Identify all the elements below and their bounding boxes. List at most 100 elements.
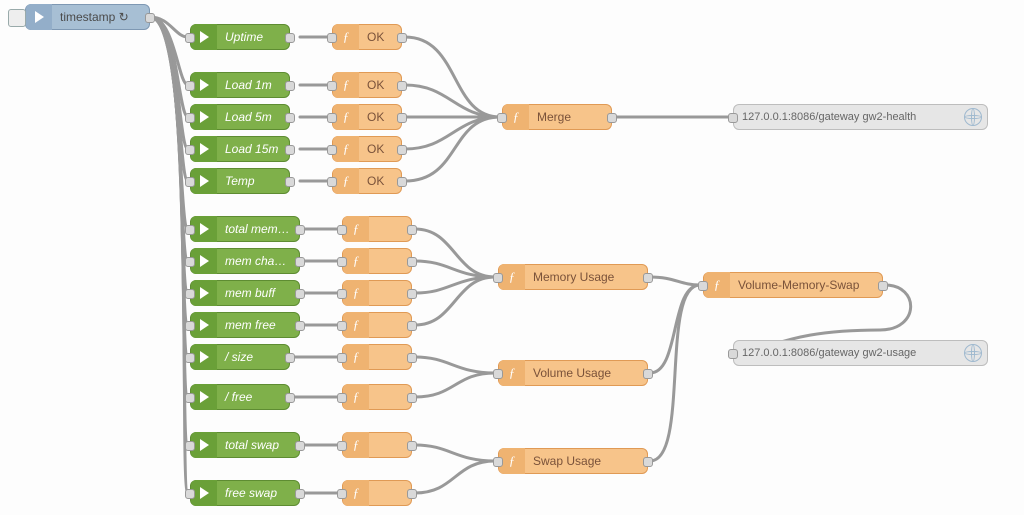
port-in[interactable] (493, 273, 503, 283)
node-http-gw2-health[interactable]: 127.0.0.1:8086/gateway gw2-health (733, 104, 988, 130)
port-in[interactable] (337, 225, 347, 235)
port-out[interactable] (285, 81, 295, 91)
port-out[interactable] (607, 113, 617, 123)
port-in[interactable] (337, 257, 347, 267)
port-out[interactable] (295, 321, 305, 331)
node-func-blank-7[interactable]: ƒ (342, 480, 412, 506)
port-out[interactable] (407, 353, 417, 363)
port-in[interactable] (327, 177, 337, 187)
node-exec-free-swap[interactable]: free swap (190, 480, 300, 506)
node-func-swap-usage[interactable]: ƒSwap Usage (498, 448, 648, 474)
flow-canvas[interactable]: timestamp ↻ Uptime Load 1m Load 5m Load … (0, 0, 1024, 515)
port-in[interactable] (185, 289, 195, 299)
port-out[interactable] (295, 257, 305, 267)
port-out[interactable] (295, 489, 305, 499)
port-out[interactable] (285, 353, 295, 363)
port-out[interactable] (643, 273, 653, 283)
node-exec-load15m[interactable]: Load 15m (190, 136, 290, 162)
port-in[interactable] (185, 81, 195, 91)
port-in[interactable] (185, 257, 195, 267)
port-out[interactable] (295, 289, 305, 299)
port-in[interactable] (337, 393, 347, 403)
node-func-ok-0[interactable]: ƒOK (332, 24, 402, 50)
node-exec-root-free[interactable]: / free (190, 384, 290, 410)
node-func-blank-1[interactable]: ƒ (342, 248, 412, 274)
port-out[interactable] (407, 321, 417, 331)
node-exec-mem-cached[interactable]: mem chached (190, 248, 300, 274)
port-out[interactable] (878, 281, 888, 291)
port-in[interactable] (327, 113, 337, 123)
port-in[interactable] (185, 225, 195, 235)
node-exec-mem-free[interactable]: mem free (190, 312, 300, 338)
port-in[interactable] (185, 441, 195, 451)
node-exec-mem-buff[interactable]: mem buff (190, 280, 300, 306)
port-in[interactable] (185, 177, 195, 187)
node-func-volume-memory-swap[interactable]: ƒVolume-Memory-Swap (703, 272, 883, 298)
node-exec-total-swap[interactable]: total swap (190, 432, 300, 458)
node-exec-root-size[interactable]: / size (190, 344, 290, 370)
port-in[interactable] (185, 321, 195, 331)
port-out[interactable] (285, 177, 295, 187)
port-out[interactable] (285, 393, 295, 403)
port-in[interactable] (493, 457, 503, 467)
port-out[interactable] (397, 33, 407, 43)
node-func-blank-2[interactable]: ƒ (342, 280, 412, 306)
port-out[interactable] (407, 289, 417, 299)
port-in[interactable] (337, 289, 347, 299)
port-in[interactable] (185, 33, 195, 43)
port-out[interactable] (285, 113, 295, 123)
port-in[interactable] (185, 145, 195, 155)
port-in[interactable] (698, 281, 708, 291)
node-func-ok-1[interactable]: ƒOK (332, 72, 402, 98)
port-out[interactable] (407, 393, 417, 403)
port-in[interactable] (327, 145, 337, 155)
node-http-gw2-usage[interactable]: 127.0.0.1:8086/gateway gw2-usage (733, 340, 988, 366)
port-out[interactable] (397, 113, 407, 123)
node-func-blank-3[interactable]: ƒ (342, 312, 412, 338)
port-in[interactable] (337, 441, 347, 451)
port-out[interactable] (145, 13, 155, 23)
port-in[interactable] (185, 353, 195, 363)
port-in[interactable] (185, 489, 195, 499)
node-exec-temp[interactable]: Temp (190, 168, 290, 194)
port-out[interactable] (407, 225, 417, 235)
port-out[interactable] (295, 441, 305, 451)
node-func-ok-3[interactable]: ƒOK (332, 136, 402, 162)
port-in[interactable] (493, 369, 503, 379)
port-out[interactable] (643, 369, 653, 379)
node-exec-load5m[interactable]: Load 5m (190, 104, 290, 130)
node-func-blank-5[interactable]: ƒ (342, 384, 412, 410)
port-in[interactable] (185, 393, 195, 403)
port-in[interactable] (337, 321, 347, 331)
port-out[interactable] (407, 257, 417, 267)
node-inject-timestamp[interactable]: timestamp ↻ (25, 4, 150, 30)
port-out[interactable] (407, 489, 417, 499)
port-in[interactable] (497, 113, 507, 123)
port-in[interactable] (327, 81, 337, 91)
port-out[interactable] (643, 457, 653, 467)
port-in[interactable] (337, 353, 347, 363)
node-func-blank-0[interactable]: ƒ (342, 216, 412, 242)
node-func-blank-4[interactable]: ƒ (342, 344, 412, 370)
port-out[interactable] (397, 81, 407, 91)
port-in[interactable] (337, 489, 347, 499)
node-func-volume-usage[interactable]: ƒVolume Usage (498, 360, 648, 386)
port-in[interactable] (185, 113, 195, 123)
node-exec-uptime[interactable]: Uptime (190, 24, 290, 50)
port-in[interactable] (728, 113, 738, 123)
port-out[interactable] (285, 33, 295, 43)
node-func-merge[interactable]: ƒMerge (502, 104, 612, 130)
port-out[interactable] (407, 441, 417, 451)
node-func-blank-6[interactable]: ƒ (342, 432, 412, 458)
port-in[interactable] (327, 33, 337, 43)
port-out[interactable] (397, 145, 407, 155)
node-func-ok-2[interactable]: ƒOK (332, 104, 402, 130)
inject-trigger-button[interactable] (8, 9, 26, 27)
port-out[interactable] (295, 225, 305, 235)
port-in[interactable] (728, 349, 738, 359)
port-out[interactable] (397, 177, 407, 187)
node-exec-total-memory[interactable]: total memory (190, 216, 300, 242)
port-out[interactable] (285, 145, 295, 155)
node-func-memory-usage[interactable]: ƒMemory Usage (498, 264, 648, 290)
node-exec-load1m[interactable]: Load 1m (190, 72, 290, 98)
